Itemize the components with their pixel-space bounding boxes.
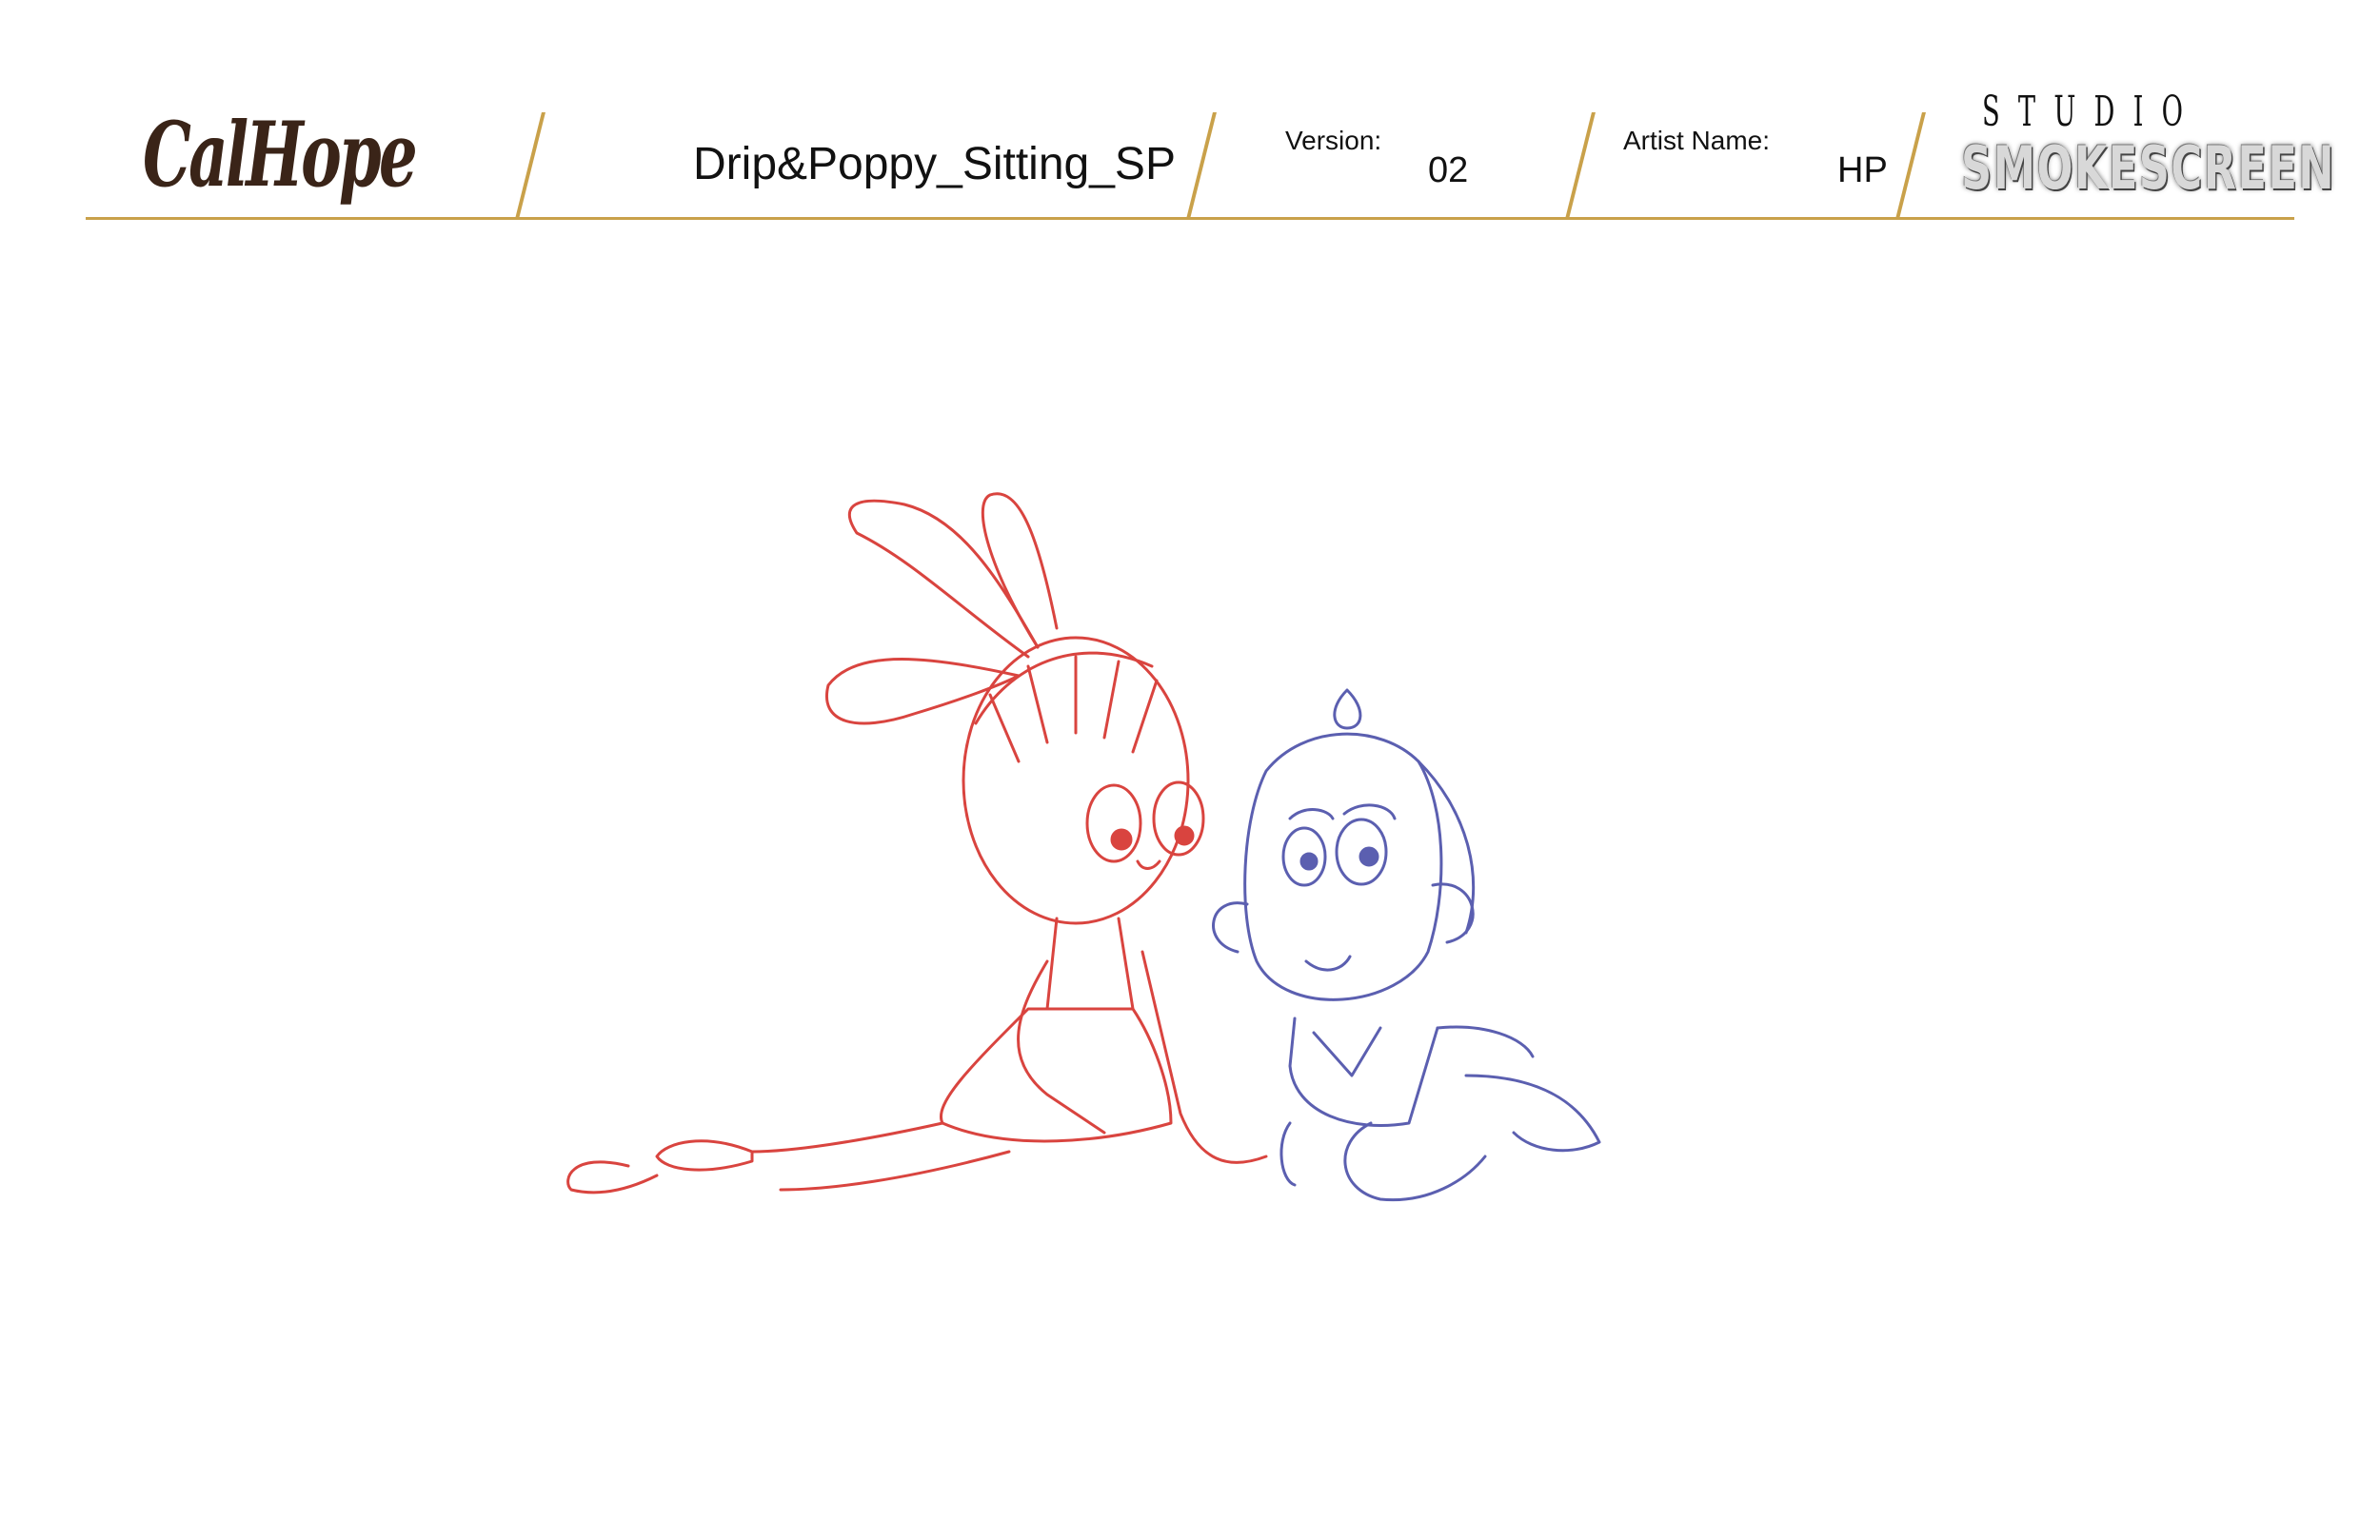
drip-character-sketch (1212, 688, 1601, 1202)
poppy-character-sketch (566, 492, 1268, 1194)
character-sketch (566, 492, 1601, 1202)
